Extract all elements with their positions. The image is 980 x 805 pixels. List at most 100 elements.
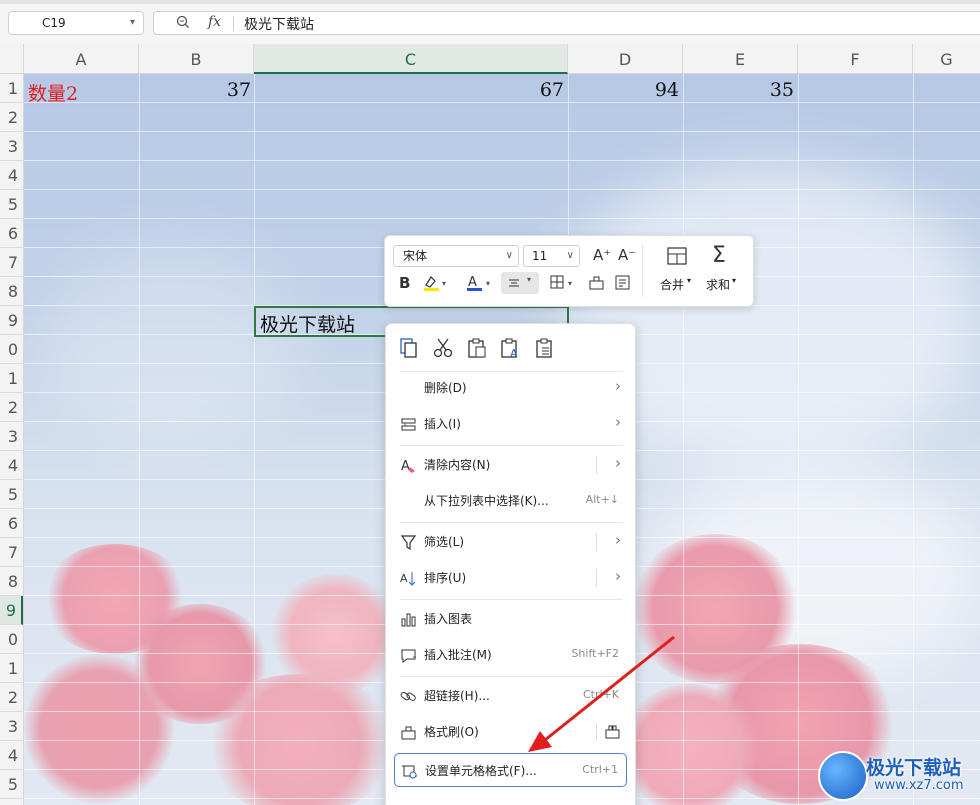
row-header[interactable]: 6 — [0, 509, 23, 538]
menu-item-insert[interactable]: 插入(I) › — [394, 407, 627, 441]
paste-values-icon[interactable]: A — [499, 337, 523, 359]
row-header[interactable]: 5 — [0, 480, 23, 509]
row-header[interactable]: 0 — [0, 335, 23, 364]
column-header-row: A B C D E F G — [0, 44, 980, 74]
row-header[interactable]: 5 — [0, 770, 23, 799]
formula-bar-area: C19 ▾ fx 极光下载站 — [0, 0, 980, 44]
row-header[interactable]: 2 — [0, 103, 23, 132]
column-header-f[interactable]: F — [798, 44, 913, 74]
formula-separator — [233, 16, 234, 31]
chevron-down-icon[interactable]: ▾ — [687, 276, 691, 285]
paste-icon[interactable] — [466, 337, 488, 359]
menu-item-shortcut: Shift+F2 — [571, 647, 619, 660]
cell-style-icon[interactable] — [614, 274, 632, 292]
column-header-d[interactable]: D — [568, 44, 683, 74]
decrease-font-icon[interactable]: A⁻ — [618, 246, 636, 264]
cut-icon[interactable] — [432, 337, 454, 359]
column-header-e[interactable]: E — [683, 44, 798, 74]
menu-item-format-painter[interactable]: 格式刷(O) — [394, 715, 627, 749]
insert-cells-icon — [401, 418, 416, 431]
row-header[interactable]: 4 — [0, 161, 23, 190]
font-size-select[interactable]: 11 ∨ — [523, 245, 580, 267]
menu-item-insert-comment[interactable]: 插入批注(M) Shift+F2 — [394, 638, 627, 672]
menu-item-split — [596, 456, 597, 474]
menu-divider — [400, 676, 623, 677]
menu-item-delete[interactable]: 删除(D) › — [394, 371, 627, 405]
row-header[interactable]: 3 — [0, 422, 23, 451]
row-header[interactable]: 9 — [0, 306, 23, 335]
increase-font-icon[interactable]: A⁺ — [593, 246, 611, 264]
chevron-down-icon[interactable]: ▾ — [527, 275, 531, 284]
copy-icon[interactable] — [398, 337, 420, 359]
sum-icon[interactable]: Σ — [712, 243, 726, 268]
chart-icon — [401, 613, 416, 627]
menu-item-hyperlink[interactable]: 超链接(H)... Ctrl+K — [394, 679, 627, 713]
font-size-value: 11 — [532, 249, 548, 263]
name-box[interactable]: C19 ▾ — [8, 11, 144, 35]
format-painter-icon[interactable] — [588, 274, 606, 292]
svg-text:▾: ▾ — [568, 279, 572, 288]
cell-d1[interactable]: 94 — [568, 79, 679, 101]
row-header[interactable]: 1 — [0, 364, 23, 393]
cell-c1[interactable]: 67 — [254, 79, 564, 101]
column-header-b[interactable]: B — [139, 44, 254, 74]
row-header[interactable]: 5 — [0, 190, 23, 219]
menu-item-filter[interactable]: 筛选(L) › — [394, 525, 627, 559]
cell-a1[interactable]: 数量2 — [28, 79, 78, 106]
row-header[interactable]: 1 — [0, 654, 23, 683]
paste-special-icon[interactable] — [534, 337, 556, 359]
row-header[interactable]: 8 — [0, 277, 23, 306]
font-name-select[interactable]: 宋体 ∨ — [393, 245, 519, 267]
row-header[interactable]: 4 — [0, 741, 23, 770]
border-icon[interactable]: ▾ — [549, 274, 579, 292]
menu-item-sort[interactable]: A 排序(U) › — [394, 561, 627, 595]
cell-c19-text: 极光下载站 — [260, 314, 356, 336]
menu-item-insert-chart[interactable]: 插入图表 — [394, 602, 627, 636]
blossom-image — [270, 574, 400, 694]
svg-text:▾: ▾ — [442, 279, 446, 288]
menu-item-clear-contents[interactable]: A 清除内容(N) › — [394, 448, 627, 482]
watermark: 极光下载站 www.xz7.com — [818, 747, 980, 803]
row-header[interactable]: 3 — [0, 132, 23, 161]
merge-icon[interactable] — [666, 246, 688, 266]
menu-item-pick-from-list[interactable]: 从下拉列表中选择(K)... Alt+↓ — [394, 484, 627, 518]
column-header-g[interactable]: G — [913, 44, 980, 74]
row-header[interactable]: 1 — [0, 74, 23, 103]
menu-item-format-cells[interactable]: 设置单元格格式(F)... Ctrl+1 — [394, 753, 627, 787]
chevron-down-icon[interactable]: ∨ — [567, 246, 574, 266]
font-color-icon[interactable]: A ▾ — [465, 274, 495, 292]
row-header[interactable]: 0 — [0, 625, 23, 654]
zoom-icon[interactable] — [176, 15, 190, 29]
cell-b1[interactable]: 37 — [139, 79, 251, 101]
formula-input[interactable]: fx 极光下载站 — [153, 11, 980, 35]
sum-label[interactable]: 求和 — [706, 276, 730, 293]
row-header[interactable]: 9 — [0, 596, 23, 625]
cell-e1[interactable]: 35 — [683, 79, 794, 101]
format-cells-icon — [402, 765, 417, 779]
row-header[interactable]: 7 — [0, 538, 23, 567]
row-header[interactable]: 7 — [0, 248, 23, 277]
gridline — [24, 102, 980, 103]
fx-icon[interactable]: fx — [208, 14, 221, 30]
row-header[interactable]: 3 — [0, 712, 23, 741]
select-all-corner[interactable] — [0, 44, 24, 74]
column-header-a[interactable]: A — [24, 44, 139, 74]
format-painter-lock-icon[interactable] — [604, 723, 621, 740]
align-button[interactable]: ▾ — [501, 272, 539, 294]
menu-item-label: 排序(U) — [424, 571, 467, 585]
bold-button[interactable]: B — [399, 274, 410, 292]
row-header[interactable]: 2 — [0, 683, 23, 712]
chevron-down-icon[interactable]: ∨ — [506, 246, 513, 266]
merge-label[interactable]: 合并 — [660, 276, 684, 293]
row-header[interactable]: 8 — [0, 567, 23, 596]
row-header[interactable]: 4 — [0, 451, 23, 480]
svg-text:A: A — [468, 275, 477, 290]
chevron-down-icon[interactable]: ▾ — [732, 276, 736, 285]
chevron-down-icon[interactable]: ▾ — [130, 12, 135, 34]
column-header-c[interactable]: C — [254, 44, 568, 74]
highlight-color-icon[interactable]: ▾ — [421, 274, 451, 292]
filter-icon — [400, 535, 417, 551]
context-menu: A 删除(D) › 插入(I) › A 清除内容(N) › 从下拉列表中选择(K… — [385, 323, 636, 805]
row-header[interactable]: 6 — [0, 219, 23, 248]
row-header[interactable]: 2 — [0, 393, 23, 422]
